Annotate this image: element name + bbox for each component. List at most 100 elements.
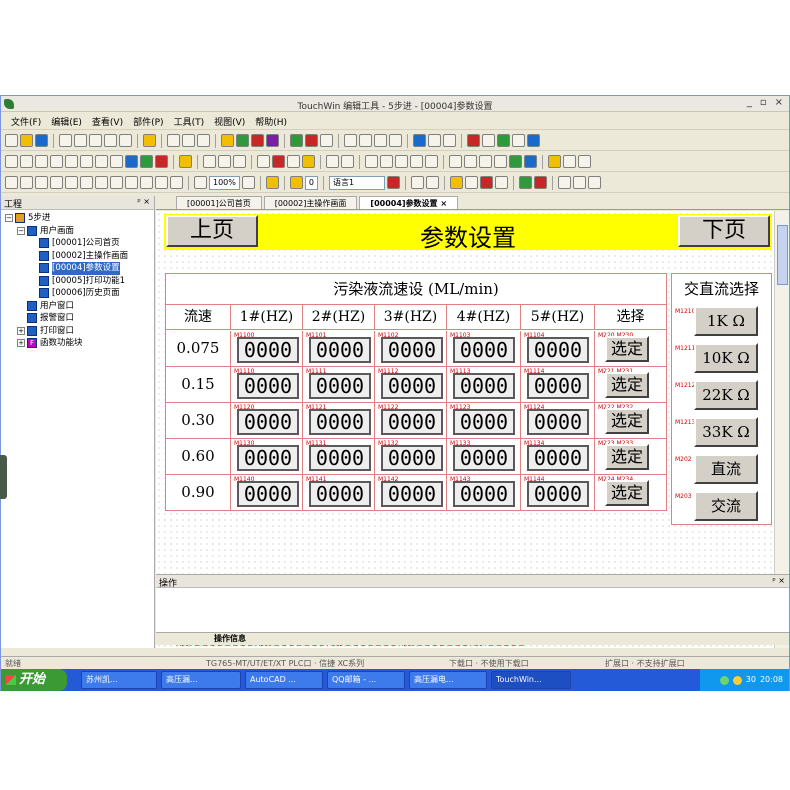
open-folder-icon[interactable] xyxy=(20,134,33,147)
frequency-input[interactable]: 0000 xyxy=(453,409,515,435)
device-icon[interactable] xyxy=(443,134,456,147)
lock-icon[interactable] xyxy=(395,155,408,168)
ac-dc-option-button[interactable]: 10K Ω xyxy=(694,343,758,373)
simulate-icon[interactable] xyxy=(518,176,532,189)
zoom-select[interactable]: 100% xyxy=(209,175,240,190)
data-input-icon[interactable] xyxy=(359,134,372,147)
run-icon[interactable] xyxy=(386,176,400,189)
numeric-icon[interactable] xyxy=(389,134,402,147)
ac-dc-option-button[interactable]: 22K Ω xyxy=(694,380,758,410)
group-icon[interactable] xyxy=(365,155,378,168)
undo-icon[interactable] xyxy=(104,134,117,147)
ellipse-icon[interactable] xyxy=(65,155,78,168)
tree-user-screens[interactable]: − 用户画面 xyxy=(5,225,150,238)
collapse-icon[interactable]: − xyxy=(17,226,25,235)
unlock-icon[interactable] xyxy=(410,155,423,168)
task-6[interactable]: TouchWin... xyxy=(491,671,571,689)
tab-operation-info[interactable]: 操作信息 xyxy=(156,632,789,645)
printer-icon[interactable] xyxy=(428,134,441,147)
align-center-icon[interactable] xyxy=(20,176,33,189)
next-page-button[interactable]: 下页 xyxy=(678,215,770,247)
gear-icon[interactable] xyxy=(512,134,525,147)
align-bottom-icon[interactable] xyxy=(80,176,93,189)
line-icon[interactable] xyxy=(5,155,18,168)
debug-icon[interactable] xyxy=(425,176,439,189)
lamp-icon[interactable] xyxy=(221,134,234,147)
close-button[interactable]: × xyxy=(775,97,783,108)
select-button[interactable]: 选定 xyxy=(605,480,649,506)
minimize-button[interactable]: _ xyxy=(747,97,752,108)
menu-tools[interactable]: 工具(T) xyxy=(174,115,205,128)
title-bar[interactable]: TouchWin 编辑工具 - 5步进 - [00004]参数设置 _ ▫ × xyxy=(1,96,789,112)
paint-icon[interactable] xyxy=(155,155,168,168)
ac-dc-option-button[interactable]: 交流 xyxy=(694,491,758,521)
bar-gray-icon[interactable] xyxy=(320,134,333,147)
arc-icon[interactable] xyxy=(20,155,33,168)
counter-icon[interactable] xyxy=(374,134,387,147)
ac-dc-option-button[interactable]: 直流 xyxy=(694,454,758,484)
mirror-icon[interactable] xyxy=(287,155,300,168)
tree-root[interactable]: −5步进 xyxy=(5,212,150,225)
same-size-icon[interactable] xyxy=(125,176,138,189)
select-button[interactable]: 选定 xyxy=(605,444,649,470)
tree-alarm-window[interactable]: 报警窗口 xyxy=(5,312,150,325)
trend-icon[interactable] xyxy=(449,155,462,168)
frequency-input[interactable]: 0000 xyxy=(237,445,299,471)
properties-icon[interactable] xyxy=(494,176,508,189)
task-2[interactable]: 高压漏... xyxy=(161,671,241,689)
frequency-input[interactable]: 0000 xyxy=(237,409,299,435)
copy-icon[interactable] xyxy=(74,134,87,147)
frequency-input[interactable]: 0000 xyxy=(527,337,589,363)
square-icon[interactable] xyxy=(110,155,123,168)
menu-parts[interactable]: 部件(P) xyxy=(133,115,163,128)
rotate-icon[interactable] xyxy=(425,155,438,168)
tree-user-window[interactable]: 用户窗口 xyxy=(5,300,150,313)
tab-parameter-settings[interactable]: [00004]参数设置 × xyxy=(359,196,459,209)
hand-pointer-icon[interactable] xyxy=(289,176,303,189)
ungroup-icon[interactable] xyxy=(380,155,393,168)
tab-company-home[interactable]: [00001]公司首页 xyxy=(176,196,262,209)
frequency-input[interactable]: 0000 xyxy=(381,373,443,399)
house-icon[interactable] xyxy=(572,176,586,189)
house-alt-icon[interactable] xyxy=(587,176,601,189)
align-middle-icon[interactable] xyxy=(65,176,78,189)
move-up-icon[interactable] xyxy=(218,155,231,168)
menu-help[interactable]: 帮助(H) xyxy=(255,115,287,128)
menu-file[interactable]: 文件(F) xyxy=(11,115,41,128)
stop-icon[interactable] xyxy=(533,176,547,189)
frequency-input[interactable]: 0000 xyxy=(527,409,589,435)
tab-main-operation[interactable]: [00002]主操作画面 xyxy=(263,196,358,209)
tree-page-2[interactable]: [00002]主操作画面 xyxy=(5,250,150,263)
frequency-input[interactable]: 0000 xyxy=(309,481,371,507)
select-button[interactable]: 选定 xyxy=(605,336,649,362)
upload-icon[interactable] xyxy=(464,176,478,189)
table-icon[interactable] xyxy=(524,155,537,168)
task-3[interactable]: AutoCAD ... xyxy=(245,671,323,689)
tree-func-block[interactable]: + F 函数功能块 xyxy=(5,337,150,350)
list-icon[interactable] xyxy=(563,155,576,168)
network-icon[interactable] xyxy=(719,675,729,685)
align-top-icon[interactable] xyxy=(50,176,63,189)
frequency-input[interactable]: 0000 xyxy=(381,481,443,507)
frequency-input[interactable]: 0000 xyxy=(309,337,371,363)
frequency-input[interactable]: 0000 xyxy=(527,373,589,399)
ac-dc-option-button[interactable]: 33K Ω xyxy=(694,417,758,447)
select-button[interactable]: 选定 xyxy=(605,372,649,398)
new-file-icon[interactable] xyxy=(5,134,18,147)
bar-green-icon[interactable] xyxy=(290,134,303,147)
palette-icon[interactable] xyxy=(548,155,561,168)
maximize-button[interactable]: ▫ xyxy=(760,97,767,108)
tree-page-4[interactable]: [00004]参数设置 xyxy=(5,262,150,275)
align-icon[interactable] xyxy=(203,155,216,168)
bar-chart-icon[interactable] xyxy=(494,155,507,168)
task-1[interactable]: 苏州凯... xyxy=(81,671,157,689)
qq-icon[interactable] xyxy=(732,675,742,685)
star-icon[interactable] xyxy=(302,155,315,168)
tree-page-1[interactable]: [00001]公司首页 xyxy=(5,237,150,250)
data-display-icon[interactable] xyxy=(344,134,357,147)
grid-icon[interactable] xyxy=(326,155,339,168)
align-right-icon[interactable] xyxy=(35,176,48,189)
bar-red-icon[interactable] xyxy=(305,134,318,147)
frequency-input[interactable]: 0000 xyxy=(381,337,443,363)
frequency-input[interactable]: 0000 xyxy=(453,481,515,507)
